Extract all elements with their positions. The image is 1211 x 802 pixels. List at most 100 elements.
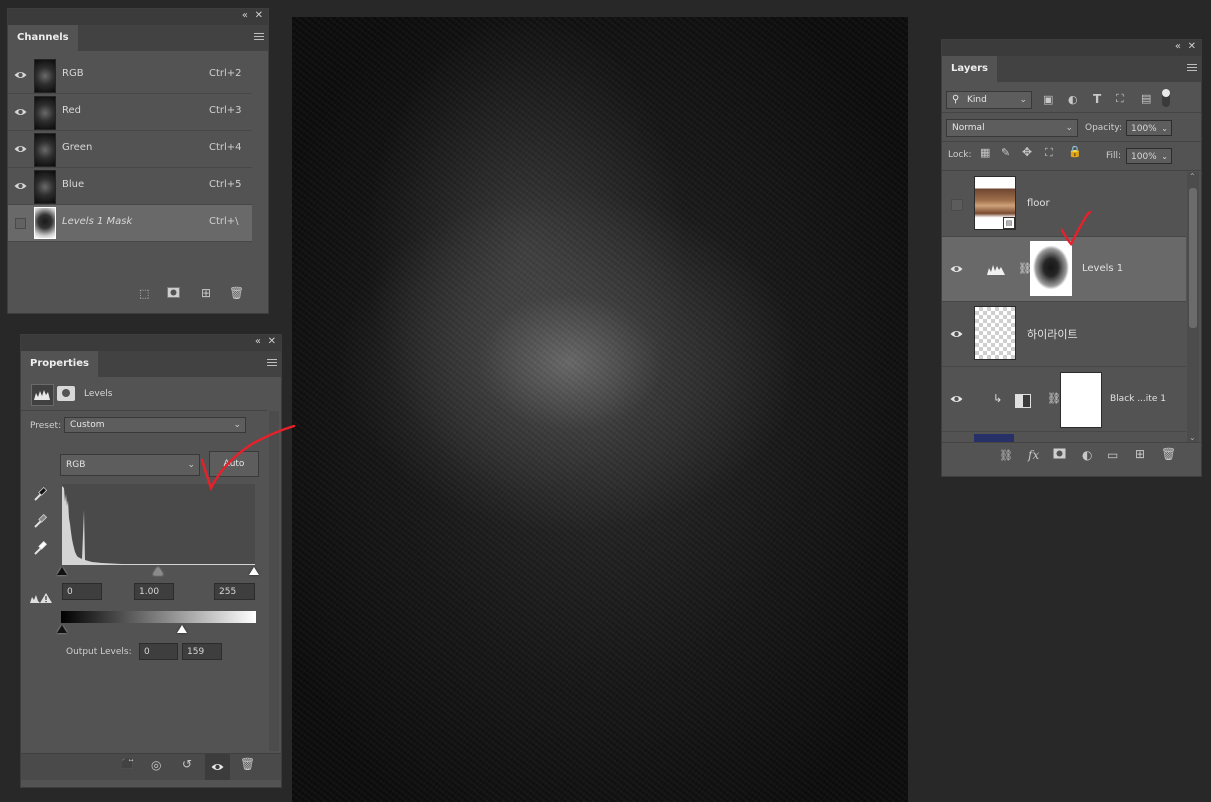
eye-icon[interactable] xyxy=(950,329,963,339)
layers-scrollbar[interactable]: ⌃ ⌄ xyxy=(1187,172,1199,442)
type-filter-icon[interactable]: T xyxy=(1093,92,1101,106)
channel-row-rgb[interactable]: RGB Ctrl+2 xyxy=(8,57,252,94)
visibility-checkbox[interactable] xyxy=(15,218,26,229)
lock-transparent-pixels-icon[interactable]: ▦ xyxy=(980,146,990,159)
layer-row-highlight[interactable]: 하이라이트 xyxy=(972,302,1186,367)
properties-footer: ⬛⃡ ◎ ↺ 🗑 xyxy=(21,753,281,780)
eye-icon[interactable] xyxy=(14,144,27,154)
link-layers-icon[interactable]: ⛓ xyxy=(999,449,1013,462)
lock-image-pixels-icon[interactable]: ✎ xyxy=(1001,146,1010,159)
channel-row-levels-mask[interactable]: Levels 1 Mask Ctrl+\ xyxy=(8,205,252,242)
document-canvas[interactable] xyxy=(292,17,908,802)
channel-shortcut: Ctrl+2 xyxy=(209,68,242,79)
layers-footer: ⛓ fx ◐ ▭ ⊞ 🗑 xyxy=(942,444,1201,470)
new-group-icon[interactable]: ▭ xyxy=(1107,448,1118,462)
lock-all-icon[interactable]: 🔒 xyxy=(1068,145,1082,158)
input-white-field[interactable]: 255 xyxy=(214,583,255,600)
fill-field[interactable]: 100% ⌄ xyxy=(1126,148,1172,164)
layer-row-black-white[interactable]: ↳ ⛓ Black ...ite 1 xyxy=(972,367,1186,432)
panel-menu-icon[interactable] xyxy=(1187,64,1197,72)
divider xyxy=(942,170,1201,171)
blend-mode-dropdown[interactable]: Normal ⌄ xyxy=(946,119,1078,137)
chevron-down-icon[interactable]: ⌄ xyxy=(1161,149,1168,165)
output-black-value: 0 xyxy=(144,647,150,657)
visibility-checkbox[interactable] xyxy=(951,199,963,211)
collapse-icon[interactable]: « xyxy=(242,10,248,21)
mask-icon[interactable] xyxy=(57,386,75,401)
eye-icon[interactable] xyxy=(14,70,27,80)
filter-kind-dropdown[interactable]: ⚲ Kind ⌄ xyxy=(946,91,1032,109)
filter-toggle[interactable] xyxy=(1162,89,1170,107)
shape-filter-icon[interactable]: ⛶ xyxy=(1116,92,1124,106)
input-gamma-slider[interactable] xyxy=(153,567,163,575)
clip-to-layer-icon[interactable]: ⬛⃡ xyxy=(121,759,133,770)
layer-name[interactable]: floor xyxy=(1027,198,1050,209)
eye-icon[interactable] xyxy=(950,264,963,274)
output-black-field[interactable]: 0 xyxy=(139,643,178,660)
new-layer-icon[interactable]: ⊞ xyxy=(1135,447,1145,461)
adjustment-filter-icon[interactable]: ◐ xyxy=(1068,93,1078,106)
new-channel-icon[interactable]: ⊞ xyxy=(201,286,211,300)
layer-visibility-black-white[interactable] xyxy=(942,367,972,432)
channel-shortcut: Ctrl+5 xyxy=(209,179,242,190)
output-black-slider[interactable] xyxy=(57,625,67,633)
panel-menu-icon[interactable] xyxy=(254,33,264,41)
eye-icon[interactable] xyxy=(14,181,27,191)
eye-icon[interactable] xyxy=(14,107,27,117)
eyedropper-black-icon[interactable] xyxy=(33,486,48,502)
tab-layers[interactable]: Layers xyxy=(942,56,997,82)
layer-style-icon[interactable]: fx xyxy=(1028,448,1039,462)
output-white-slider[interactable] xyxy=(177,625,187,633)
close-icon[interactable]: ✕ xyxy=(255,10,263,21)
input-gamma-field[interactable]: 1.00 xyxy=(134,583,174,600)
link-icon[interactable]: ⛓ xyxy=(1047,392,1061,405)
layer-name[interactable]: Levels 1 xyxy=(1082,263,1123,274)
smart-object-filter-icon[interactable]: ▤ xyxy=(1141,92,1151,105)
channel-shortcut: Ctrl+4 xyxy=(209,142,242,153)
channel-dropdown[interactable]: RGB ⌄ xyxy=(60,454,200,476)
trash-icon[interactable]: 🗑 xyxy=(240,757,255,771)
layer-visibility-highlight[interactable] xyxy=(942,302,972,367)
lock-artboard-icon[interactable]: ⛶ xyxy=(1045,146,1053,160)
opacity-field[interactable]: 100% ⌄ xyxy=(1126,120,1172,136)
view-previous-state-icon[interactable]: ◎ xyxy=(151,758,161,772)
input-black-field[interactable]: 0 xyxy=(62,583,102,600)
panel-menu-icon[interactable] xyxy=(267,359,277,367)
layer-name[interactable]: 하이라이트 xyxy=(1027,326,1078,342)
collapse-icon[interactable]: « xyxy=(255,336,261,347)
layer-visibility-floor[interactable] xyxy=(942,172,972,237)
pixel-filter-icon[interactable]: ▣ xyxy=(1043,93,1053,106)
trash-icon[interactable]: 🗑 xyxy=(1161,447,1176,461)
channel-row-green[interactable]: Green Ctrl+4 xyxy=(8,131,252,168)
channel-shortcut: Ctrl+\ xyxy=(209,216,239,227)
reset-icon[interactable]: ↺ xyxy=(182,757,192,771)
eye-icon[interactable] xyxy=(950,394,963,404)
close-icon[interactable]: ✕ xyxy=(1188,41,1196,52)
trash-icon[interactable]: 🗑 xyxy=(229,286,244,300)
channel-row-blue[interactable]: Blue Ctrl+5 xyxy=(8,168,252,205)
tab-properties[interactable]: Properties xyxy=(21,351,98,377)
tab-channels[interactable]: Channels xyxy=(8,25,78,51)
input-black-slider[interactable] xyxy=(57,567,67,575)
preset-label: Preset: xyxy=(30,421,62,431)
layer-name[interactable]: Black ...ite 1 xyxy=(1110,394,1166,404)
layer-mask-thumbnail[interactable] xyxy=(1060,372,1102,428)
input-white-slider[interactable] xyxy=(249,567,259,575)
save-selection-icon[interactable] xyxy=(167,287,180,301)
eyedropper-gray-icon[interactable] xyxy=(33,513,48,529)
layer-visibility-levels[interactable] xyxy=(942,237,972,302)
clipping-warning-icon[interactable] xyxy=(29,592,53,604)
toggle-visibility-button[interactable] xyxy=(205,754,230,780)
lock-position-icon[interactable]: ✥ xyxy=(1022,145,1032,159)
load-selection-icon[interactable]: ⬚ xyxy=(139,287,149,300)
new-adjustment-layer-icon[interactable]: ◐ xyxy=(1082,448,1092,462)
output-white-field[interactable]: 159 xyxy=(182,643,222,660)
channels-panel-topbar: « ✕ xyxy=(8,9,268,25)
collapse-icon[interactable]: « xyxy=(1175,41,1181,52)
channel-row-red[interactable]: Red Ctrl+3 xyxy=(8,94,252,131)
levels-icon[interactable] xyxy=(31,384,54,406)
eyedropper-white-icon[interactable] xyxy=(33,540,48,556)
chevron-down-icon[interactable]: ⌄ xyxy=(1161,121,1168,137)
add-mask-icon[interactable] xyxy=(1053,448,1066,462)
close-icon[interactable]: ✕ xyxy=(268,336,276,347)
